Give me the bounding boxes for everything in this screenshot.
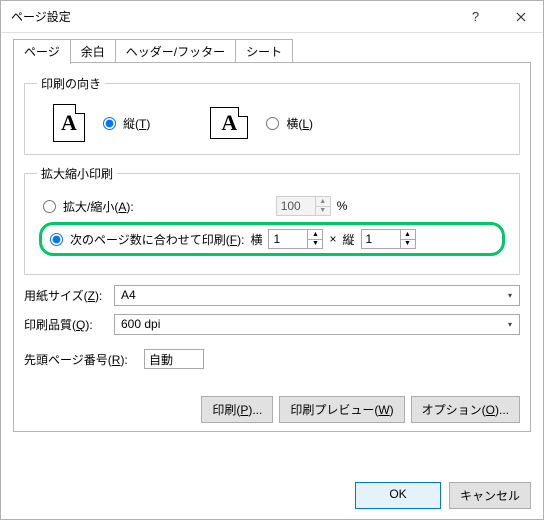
papersize-combo[interactable]: A4 ▾: [114, 285, 520, 306]
options-button[interactable]: オプション(O)...: [411, 396, 520, 423]
fit-wide-spinner[interactable]: ▲ ▼: [268, 229, 323, 249]
radio-landscape-input[interactable]: [266, 117, 279, 130]
zoom-spinner[interactable]: ▲ ▼: [276, 196, 331, 216]
client-area: ページ 余白 ヘッダー/フッター シート 印刷の向き A 縦(T) A: [1, 33, 543, 519]
spin-down-icon[interactable]: ▼: [316, 206, 330, 216]
zoom-input[interactable]: [277, 197, 315, 215]
radio-zoom[interactable]: 拡大/縮小(A):: [43, 198, 134, 215]
radio-landscape[interactable]: 横(L): [266, 115, 313, 132]
tab-headerfooter[interactable]: ヘッダー/フッター: [115, 39, 236, 63]
fit-tall-label: 縦: [342, 231, 354, 248]
spin-down-icon[interactable]: ▼: [401, 239, 415, 249]
print-preview-button[interactable]: 印刷プレビュー(W): [279, 396, 404, 423]
spin-down-icon[interactable]: ▼: [308, 239, 322, 249]
close-button[interactable]: [498, 2, 543, 32]
printquality-combo[interactable]: 600 dpi ▾: [114, 314, 520, 335]
group-scaling: 拡大縮小印刷 拡大/縮小(A): ▲ ▼ %: [24, 165, 520, 275]
fit-to-highlight: 次のページ数に合わせて印刷(F): 横 ▲ ▼ × 縦 ▲ ▼: [39, 222, 505, 256]
firstpage-input[interactable]: [144, 349, 204, 369]
spin-up-icon[interactable]: ▲: [316, 197, 330, 206]
tabstrip: ページ 余白 ヘッダー/フッター シート: [13, 41, 531, 63]
group-orientation: 印刷の向き A 縦(T) A 横(L): [24, 75, 520, 155]
fit-tall-input[interactable]: [362, 230, 400, 248]
fit-tall-spinner[interactable]: ▲ ▼: [361, 229, 416, 249]
tabpanel-page: 印刷の向き A 縦(T) A 横(L): [13, 62, 531, 432]
window-title: ページ設定: [11, 8, 453, 25]
portrait-icon: A: [53, 104, 85, 142]
row-firstpage: 先頭ページ番号(R):: [24, 349, 520, 369]
spin-up-icon[interactable]: ▲: [401, 230, 415, 239]
zoom-unit: %: [337, 199, 348, 213]
group-scaling-legend: 拡大縮小印刷: [37, 165, 117, 182]
fit-wide-label: 横: [250, 231, 262, 248]
radio-zoom-input[interactable]: [43, 200, 56, 213]
fit-wide-input[interactable]: [269, 230, 307, 248]
radio-fit[interactable]: 次のページ数に合わせて印刷(F):: [50, 231, 244, 248]
cancel-button[interactable]: キャンセル: [449, 482, 531, 509]
printquality-label: 印刷品質(Q):: [24, 316, 114, 333]
print-button[interactable]: 印刷(P)...: [201, 396, 273, 423]
spin-up-icon[interactable]: ▲: [308, 230, 322, 239]
group-orientation-legend: 印刷の向き: [37, 75, 105, 92]
ok-button[interactable]: OK: [355, 482, 441, 509]
papersize-label: 用紙サイズ(Z):: [24, 287, 114, 304]
dialog-button-row: OK キャンセル: [355, 482, 531, 509]
printquality-value: 600 dpi: [115, 315, 501, 334]
titlebar: ページ設定 ?: [1, 1, 543, 33]
tab-sheet[interactable]: シート: [235, 39, 293, 63]
row-printquality: 印刷品質(Q): 600 dpi ▾: [24, 314, 520, 335]
landscape-icon: A: [210, 107, 248, 139]
radio-portrait[interactable]: 縦(T): [103, 115, 150, 132]
row-papersize: 用紙サイズ(Z): A4 ▾: [24, 285, 520, 306]
radio-portrait-input[interactable]: [103, 117, 116, 130]
panel-button-row: 印刷(P)... 印刷プレビュー(W) オプション(O)...: [201, 396, 520, 423]
tab-margins[interactable]: 余白: [70, 39, 116, 63]
chevron-down-icon[interactable]: ▾: [501, 315, 519, 334]
radio-fit-input[interactable]: [50, 233, 63, 246]
firstpage-label: 先頭ページ番号(R):: [24, 351, 144, 368]
tab-page[interactable]: ページ: [13, 39, 71, 64]
help-button[interactable]: ?: [453, 2, 498, 32]
papersize-value: A4: [115, 286, 501, 305]
close-icon: [516, 12, 526, 22]
fit-times: ×: [329, 232, 336, 246]
chevron-down-icon[interactable]: ▾: [501, 286, 519, 305]
